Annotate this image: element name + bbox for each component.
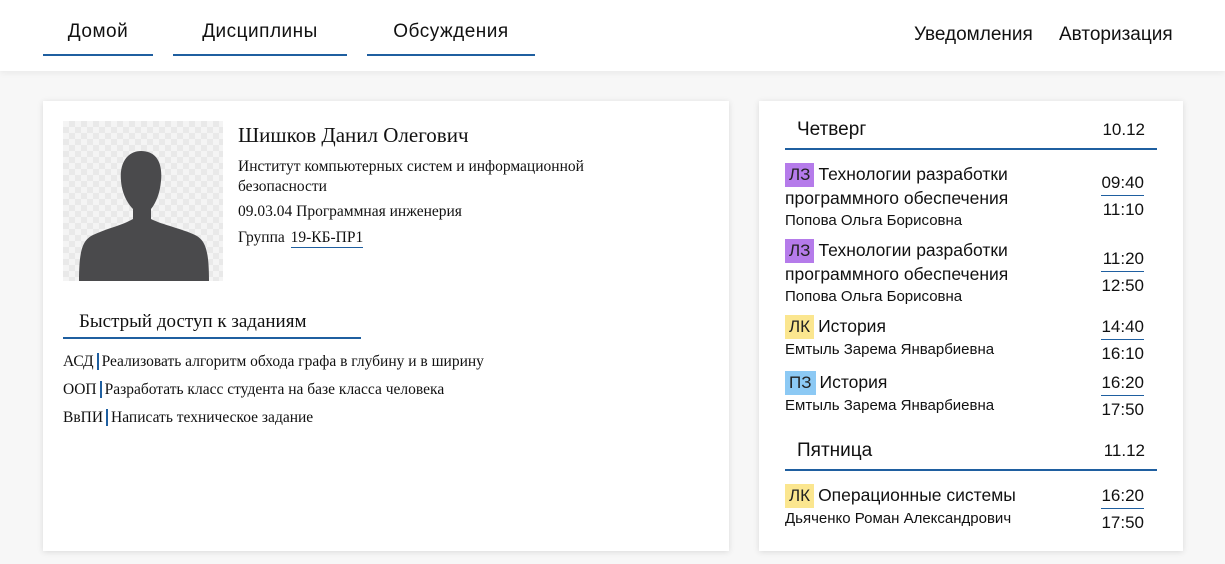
specialty: 09.03.04 Программная инженерия [238,203,462,220]
task-code: АСД [63,353,99,370]
lesson-start: 16:20 [1101,373,1144,396]
lesson-end: 16:10 [1101,344,1144,363]
lesson-subject-row: ПЗ История [785,371,1085,395]
lesson-times: 09:40 11:10 [1101,173,1144,220]
task-item[interactable]: ВвПИ Написать техническое задание [63,409,313,427]
lesson-item[interactable]: ЛК История Емтыль Зарема Январбиевна 14:4… [785,315,1157,363]
lesson-end: 17:50 [1101,513,1144,532]
group-link[interactable]: 19-КБ-ПР1 [290,229,364,248]
lesson-end: 11:10 [1102,200,1144,219]
lesson-type-badge: ПЗ [785,371,816,395]
day-header: Четверг 10.12 [785,119,1157,150]
lesson-subject-row: ЛК История [785,315,1085,339]
day-name: Пятница [797,440,873,461]
task-text: Написать техническое задание [111,409,314,426]
day-date: 11.12 [1103,441,1145,460]
lesson-subject-row: ЛК Операционные системы [785,484,1085,508]
lesson-start: 14:40 [1101,317,1144,340]
top-navbar: Домой Дисциплины Обсуждения Уведомления … [0,0,1225,71]
lesson-item[interactable]: ЛЗ Технологии разработки программного обе… [785,239,1157,305]
nav-tab-home[interactable]: Домой [43,20,153,56]
lesson-start: 09:40 [1101,173,1144,196]
institute: Институт компьютерных систем и информаци… [238,158,584,195]
user-silhouette-icon [79,151,209,281]
nav-tab-discussions-label: Обсуждения [393,21,509,42]
day-date: 10.12 [1102,120,1145,139]
nav-tab-disciplines[interactable]: Дисциплины [173,20,347,56]
group-row: Группа 19-КБ-ПР1 [238,229,364,248]
day-name: Четверг [797,119,867,140]
lesson-subject-row: ЛЗ Технологии разработки программного обе… [785,239,1085,286]
task-code: ООП [63,381,102,398]
notifications-link[interactable]: Уведомления [914,24,1033,46]
lesson-times: 11:20 12:50 [1101,249,1144,296]
lesson-subject: Операционные системы [818,485,1016,505]
profile-card: Шишков Данил Олегович Институт компьютер… [43,101,729,551]
quick-access-title: Быстрый доступ к заданиям [63,311,361,339]
lesson-type-badge: ЛК [785,315,815,339]
group-label: Группа [238,229,285,246]
task-text: Реализовать алгоритм обхода графа в глуб… [101,353,484,370]
student-name: Шишков Данил Олегович [238,123,469,147]
lesson-item[interactable]: ПЗ История Емтыль Зарема Январбиевна 16:2… [785,371,1157,419]
lesson-subject: История [818,316,886,336]
task-item[interactable]: АСД Реализовать алгоритм обхода графа в г… [63,353,484,371]
lesson-subject: Технологии разработки программного обесп… [785,240,1009,284]
lesson-end: 12:50 [1101,276,1144,295]
task-text: Разработать класс студента на базе класс… [104,381,445,398]
login-link[interactable]: Авторизация [1059,24,1173,46]
avatar [63,121,223,281]
lesson-start: 16:20 [1101,486,1144,509]
nav-tab-discussions[interactable]: Обсуждения [367,20,535,56]
lesson-item[interactable]: ЛК Операционные системы Дьяченко Роман Ал… [785,484,1157,532]
nav-tab-home-label: Домой [67,21,129,42]
lesson-times: 16:20 17:50 [1101,486,1144,533]
task-item[interactable]: ООП Разработать класс студента на базе кл… [63,381,444,399]
lesson-times: 14:40 16:10 [1101,317,1144,364]
lesson-subject-row: ЛЗ Технологии разработки программного обе… [785,163,1085,210]
lesson-item[interactable]: ЛЗ Технологии разработки программного обе… [785,163,1157,229]
schedule-card: Четверг 10.12 ЛЗ Технологии разработки пр… [759,101,1183,551]
lesson-end: 17:50 [1101,400,1144,419]
lesson-subject: Технологии разработки программного обесп… [785,164,1009,208]
lesson-type-badge: ЛК [785,484,815,508]
lesson-subject: История [819,372,888,392]
day-header: Пятница 11.12 [785,440,1157,471]
lesson-start: 11:20 [1101,249,1144,272]
nav-tab-disciplines-label: Дисциплины [202,21,318,42]
lesson-times: 16:20 17:50 [1101,373,1144,420]
lesson-type-badge: ЛЗ [785,239,815,263]
task-code: ВвПИ [63,409,109,426]
lesson-type-badge: ЛЗ [785,163,815,187]
